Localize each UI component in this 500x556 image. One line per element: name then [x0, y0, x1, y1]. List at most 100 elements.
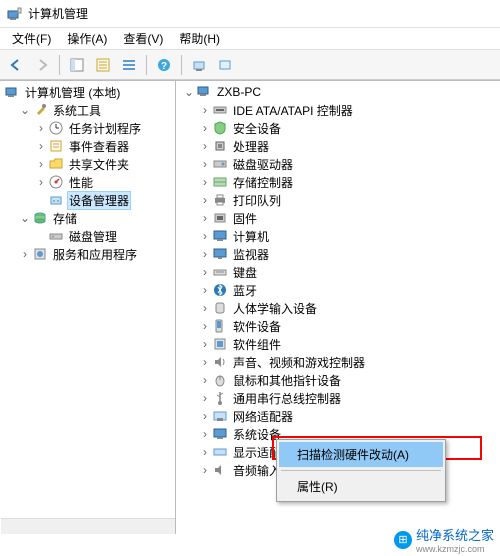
tree-root-computer-management[interactable]: 计算机管理 (本地): [0, 83, 175, 101]
device-computer-root[interactable]: ⌄ ZXB-PC: [176, 83, 500, 101]
collapse-icon[interactable]: ⌄: [18, 211, 32, 225]
collapse-icon[interactable]: ⌄: [18, 103, 32, 117]
expand-icon[interactable]: ›: [198, 265, 212, 279]
expand-icon[interactable]: ›: [198, 211, 212, 225]
folder-share-icon: [48, 156, 64, 172]
expand-icon[interactable]: ›: [198, 409, 212, 423]
help-button[interactable]: ?: [152, 53, 176, 77]
expand-icon[interactable]: ›: [198, 139, 212, 153]
device-network-adapters[interactable]: ›网络适配器: [176, 407, 500, 425]
menu-scan-hardware[interactable]: 扫描检测硬件改动(A): [279, 442, 443, 467]
menu-file[interactable]: 文件(F): [4, 28, 59, 49]
storage-ctrl-icon: [212, 174, 228, 190]
device-sound-video-game[interactable]: ›声音、视频和游戏控制器: [176, 353, 500, 371]
device-hid[interactable]: ›人体学输入设备: [176, 299, 500, 317]
device-storage-controllers[interactable]: ›存储控制器: [176, 173, 500, 191]
device-firmware[interactable]: ›固件: [176, 209, 500, 227]
back-button[interactable]: [4, 53, 28, 77]
watermark-logo-icon: ⊞: [394, 531, 412, 549]
expand-icon[interactable]: ›: [198, 193, 212, 207]
expand-icon[interactable]: ›: [198, 391, 212, 405]
device-computers[interactable]: ›计算机: [176, 227, 500, 245]
view-button[interactable]: [117, 53, 141, 77]
device-button[interactable]: [213, 53, 237, 77]
expand-icon[interactable]: ›: [34, 121, 48, 135]
device-mice[interactable]: ›鼠标和其他指针设备: [176, 371, 500, 389]
expand-icon[interactable]: ›: [198, 463, 212, 477]
expand-icon[interactable]: ›: [198, 301, 212, 315]
tree-shared-folders[interactable]: › 共享文件夹: [0, 155, 175, 173]
expand-icon[interactable]: ›: [198, 319, 212, 333]
watermark: ⊞ 纯净系统之家 www.kzmzjc.com: [394, 525, 494, 554]
expand-icon[interactable]: ›: [18, 247, 32, 261]
expand-icon[interactable]: ›: [198, 283, 212, 297]
tree-task-scheduler[interactable]: › 任务计划程序: [0, 119, 175, 137]
usb-icon: [212, 390, 228, 406]
expand-icon[interactable]: ›: [198, 229, 212, 243]
expand-icon[interactable]: ›: [198, 103, 212, 117]
expand-icon[interactable]: ›: [198, 157, 212, 171]
system-dev-icon: [212, 426, 228, 442]
security-icon: [212, 120, 228, 136]
device-monitors[interactable]: ›监视器: [176, 245, 500, 263]
expand-icon[interactable]: ›: [198, 355, 212, 369]
tree-storage[interactable]: ⌄ 存储: [0, 209, 175, 227]
show-hide-tree-button[interactable]: [65, 53, 89, 77]
device-security[interactable]: ›安全设备: [176, 119, 500, 137]
menu-action[interactable]: 操作(A): [59, 28, 115, 49]
watermark-text: 纯净系统之家: [416, 528, 494, 543]
expand-icon[interactable]: ›: [198, 121, 212, 135]
menu-separator: [281, 470, 441, 471]
device-ide[interactable]: ›IDE ATA/ATAPI 控制器: [176, 101, 500, 119]
pc-icon: [196, 84, 212, 100]
device-usb[interactable]: ›通用串行总线控制器: [176, 389, 500, 407]
device-software-devices[interactable]: ›软件设备: [176, 317, 500, 335]
device-software-components[interactable]: ›软件组件: [176, 335, 500, 353]
collapse-icon[interactable]: ⌄: [182, 85, 196, 99]
expand-icon[interactable]: ›: [198, 337, 212, 351]
expand-icon[interactable]: ›: [34, 139, 48, 153]
tree-services-apps[interactable]: › 服务和应用程序: [0, 245, 175, 263]
wrench-icon: [32, 102, 48, 118]
tree-performance[interactable]: › 性能: [0, 173, 175, 191]
main-content: 计算机管理 (本地) ⌄ 系统工具 › 任务计划程序 › 事件查看器 › 共享文…: [0, 80, 500, 534]
computer-icon: [212, 228, 228, 244]
tree-device-manager[interactable]: 设备管理器: [0, 191, 175, 209]
expand-icon[interactable]: ›: [198, 175, 212, 189]
menu-view[interactable]: 查看(V): [115, 28, 171, 49]
menu-properties[interactable]: 属性(R): [279, 474, 443, 499]
tree-system-tools[interactable]: ⌄ 系统工具: [0, 101, 175, 119]
disk-drive-icon: [212, 156, 228, 172]
hid-icon: [212, 300, 228, 316]
device-bluetooth[interactable]: ›蓝牙: [176, 281, 500, 299]
printer-icon: [212, 192, 228, 208]
forward-button[interactable]: [30, 53, 54, 77]
keyboard-icon: [212, 264, 228, 280]
horizontal-scrollbar[interactable]: [1, 518, 175, 534]
cpu-icon: [212, 138, 228, 154]
device-processors[interactable]: ›处理器: [176, 137, 500, 155]
expand-icon[interactable]: ›: [34, 175, 48, 189]
clock-icon: [48, 120, 64, 136]
software-comp-icon: [212, 336, 228, 352]
right-tree-pane: ⌄ ZXB-PC ›IDE ATA/ATAPI 控制器 ›安全设备 ›处理器 ›…: [176, 81, 500, 534]
expand-icon[interactable]: ›: [198, 373, 212, 387]
scan-hardware-button[interactable]: [187, 53, 211, 77]
firmware-icon: [212, 210, 228, 226]
menu-help[interactable]: 帮助(H): [171, 28, 228, 49]
device-keyboards[interactable]: ›键盘: [176, 263, 500, 281]
expand-icon[interactable]: ›: [198, 445, 212, 459]
network-icon: [212, 408, 228, 424]
tree-event-viewer[interactable]: › 事件查看器: [0, 137, 175, 155]
device-disk-drives[interactable]: ›磁盘驱动器: [176, 155, 500, 173]
properties-button[interactable]: [91, 53, 115, 77]
device-print-queues[interactable]: ›打印队列: [176, 191, 500, 209]
audio-icon: [212, 462, 228, 478]
toolbar-separator: [146, 55, 147, 75]
tree-disk-management[interactable]: 磁盘管理: [0, 227, 175, 245]
window-title: 计算机管理: [28, 5, 88, 22]
disk-icon: [48, 228, 64, 244]
expand-icon[interactable]: ›: [198, 247, 212, 261]
expand-icon[interactable]: ›: [198, 427, 212, 441]
expand-icon[interactable]: ›: [34, 157, 48, 171]
